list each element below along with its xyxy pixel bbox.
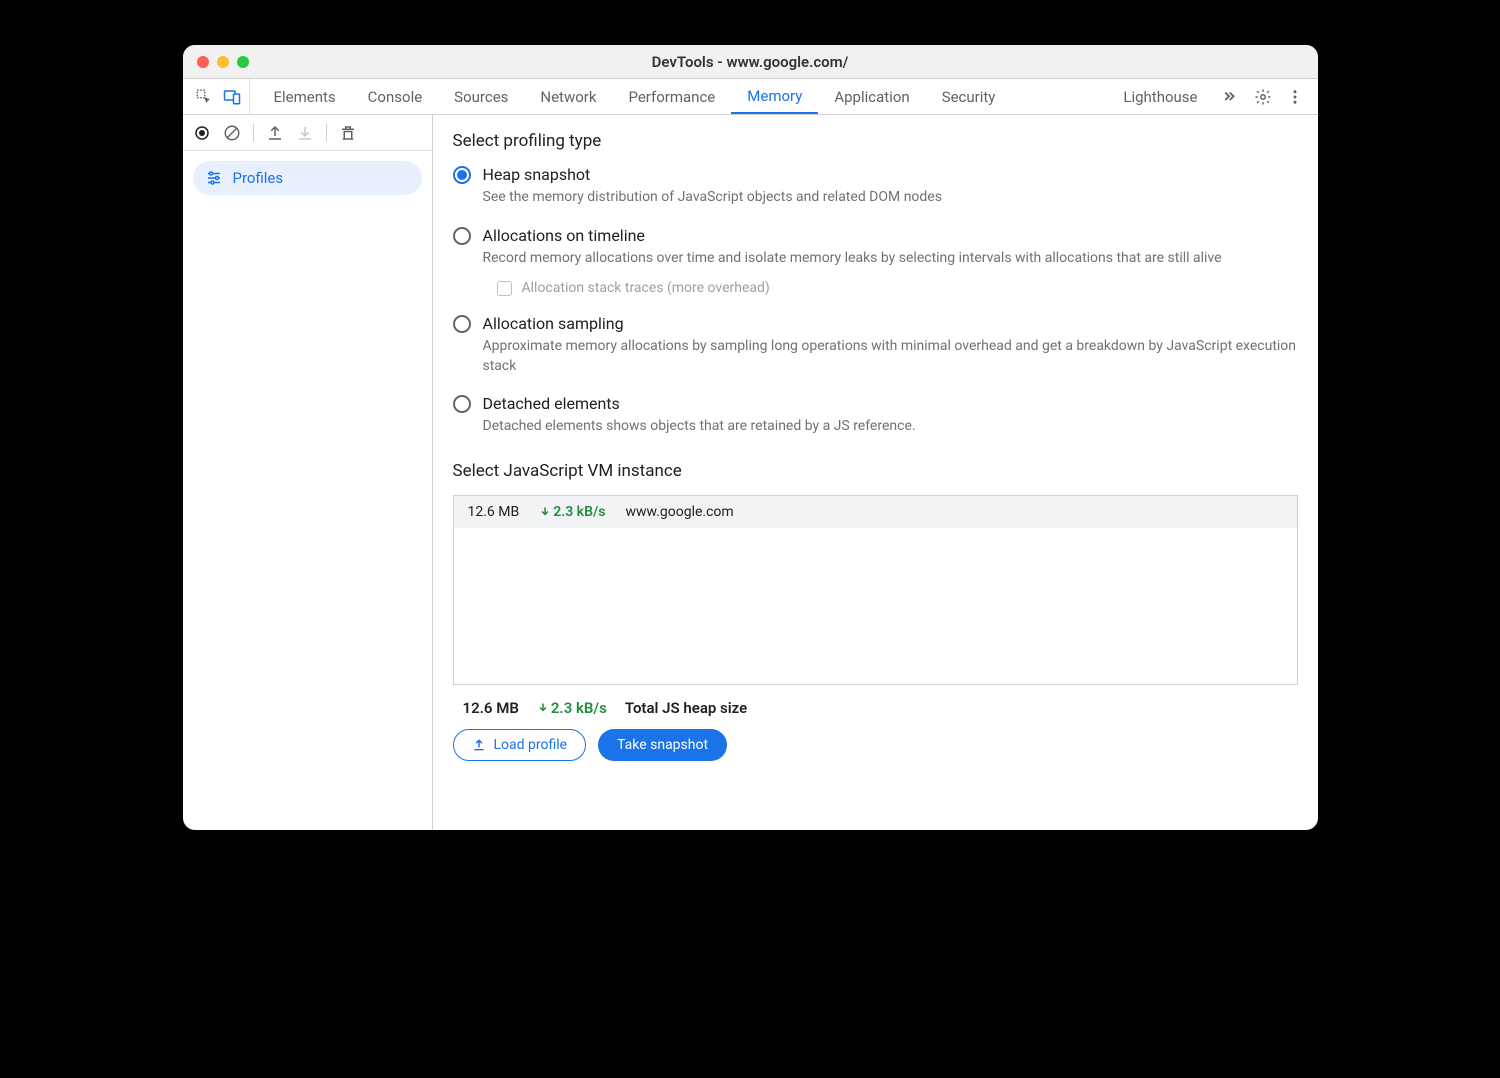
vm-rate: 2.3 kB/s	[539, 504, 605, 520]
option-desc: Record memory allocations over time and …	[483, 249, 1298, 269]
option-heap-snapshot[interactable]: Heap snapshot See the memory distributio…	[453, 165, 1298, 208]
option-desc: See the memory distribution of JavaScrip…	[483, 188, 1298, 208]
window-title: DevTools - www.google.com/	[183, 53, 1318, 71]
tab-elements[interactable]: Elements	[258, 79, 352, 114]
upload-icon	[472, 738, 486, 752]
tab-memory[interactable]: Memory	[731, 79, 818, 114]
record-icon[interactable]	[193, 124, 211, 142]
upload-icon[interactable]	[266, 124, 284, 142]
vm-instance-list: 12.6 MB 2.3 kB/s www.google.com	[453, 495, 1298, 685]
download-icon[interactable]	[296, 124, 314, 142]
option-allocations-timeline[interactable]: Allocations on timeline Record memory al…	[453, 226, 1298, 297]
divider	[326, 124, 327, 142]
tab-console[interactable]: Console	[352, 79, 439, 114]
vm-name: www.google.com	[625, 504, 733, 520]
tab-network[interactable]: Network	[524, 79, 612, 114]
sidebar-item-profiles[interactable]: Profiles	[193, 161, 422, 195]
option-detached-elements[interactable]: Detached elements Detached elements show…	[453, 394, 1298, 437]
option-allocation-sampling[interactable]: Allocation sampling Approximate memory a…	[453, 314, 1298, 376]
radio-allocations-timeline[interactable]	[453, 227, 471, 245]
button-label: Load profile	[494, 737, 568, 753]
option-desc: Detached elements shows objects that are…	[483, 417, 1298, 437]
profiles-sidebar: Profiles	[183, 115, 433, 830]
footer-buttons: Load profile Take snapshot	[453, 729, 1298, 761]
option-title: Heap snapshot	[483, 165, 1298, 184]
arrow-down-icon	[537, 702, 549, 714]
option-title: Allocations on timeline	[483, 226, 1298, 245]
button-label: Take snapshot	[617, 737, 708, 753]
clear-icon[interactable]	[223, 124, 241, 142]
window-controls	[183, 56, 249, 68]
checkbox-stack-traces[interactable]	[497, 281, 512, 296]
window-titlebar: DevTools - www.google.com/	[183, 45, 1318, 79]
tab-application[interactable]: Application	[818, 79, 925, 114]
radio-heap-snapshot[interactable]	[453, 166, 471, 184]
tab-lighthouse[interactable]: Lighthouse	[1107, 79, 1213, 114]
minimize-window-button[interactable]	[217, 56, 229, 68]
close-window-button[interactable]	[197, 56, 209, 68]
memory-panel: Select profiling type Heap snapshot See …	[433, 115, 1318, 830]
arrow-down-icon	[539, 506, 551, 518]
settings-icon[interactable]	[1254, 88, 1272, 106]
kebab-menu-icon[interactable]	[1286, 88, 1304, 106]
sub-option-label: Allocation stack traces (more overhead)	[522, 280, 770, 296]
option-desc: Approximate memory allocations by sampli…	[483, 337, 1298, 376]
load-profile-button[interactable]: Load profile	[453, 729, 587, 761]
devtools-tabbar: Elements Console Sources Network Perform…	[183, 79, 1318, 115]
option-title: Allocation sampling	[483, 314, 1298, 333]
tab-performance[interactable]: Performance	[612, 79, 731, 114]
device-toolbar-icon[interactable]	[223, 88, 241, 106]
radio-allocation-sampling[interactable]	[453, 315, 471, 333]
total-size: 12.6 MB	[463, 699, 519, 717]
inspect-icon[interactable]	[195, 88, 213, 106]
total-label: Total JS heap size	[625, 699, 747, 717]
sidebar-item-label: Profiles	[233, 169, 284, 187]
radio-detached-elements[interactable]	[453, 395, 471, 413]
devtools-window: DevTools - www.google.com/ Elements Cons…	[183, 45, 1318, 830]
sidebar-toolbar	[183, 115, 432, 151]
zoom-window-button[interactable]	[237, 56, 249, 68]
total-heap-stats: 12.6 MB 2.3 kB/s Total JS heap size	[453, 699, 1298, 729]
divider	[253, 124, 254, 142]
tab-sources[interactable]: Sources	[438, 79, 524, 114]
total-rate: 2.3 kB/s	[537, 699, 607, 717]
sub-option-stack-traces[interactable]: Allocation stack traces (more overhead)	[497, 280, 1298, 296]
vm-instance-row[interactable]: 12.6 MB 2.3 kB/s www.google.com	[454, 496, 1297, 528]
sliders-icon	[205, 169, 223, 187]
garbage-collect-icon[interactable]	[339, 124, 357, 142]
vm-instance-heading: Select JavaScript VM instance	[453, 461, 1298, 481]
vm-size: 12.6 MB	[468, 504, 520, 520]
profiling-type-heading: Select profiling type	[453, 131, 1298, 151]
more-tabs-icon[interactable]	[1220, 88, 1238, 106]
take-snapshot-button[interactable]: Take snapshot	[598, 729, 727, 761]
option-title: Detached elements	[483, 394, 1298, 413]
tab-security[interactable]: Security	[926, 79, 1012, 114]
